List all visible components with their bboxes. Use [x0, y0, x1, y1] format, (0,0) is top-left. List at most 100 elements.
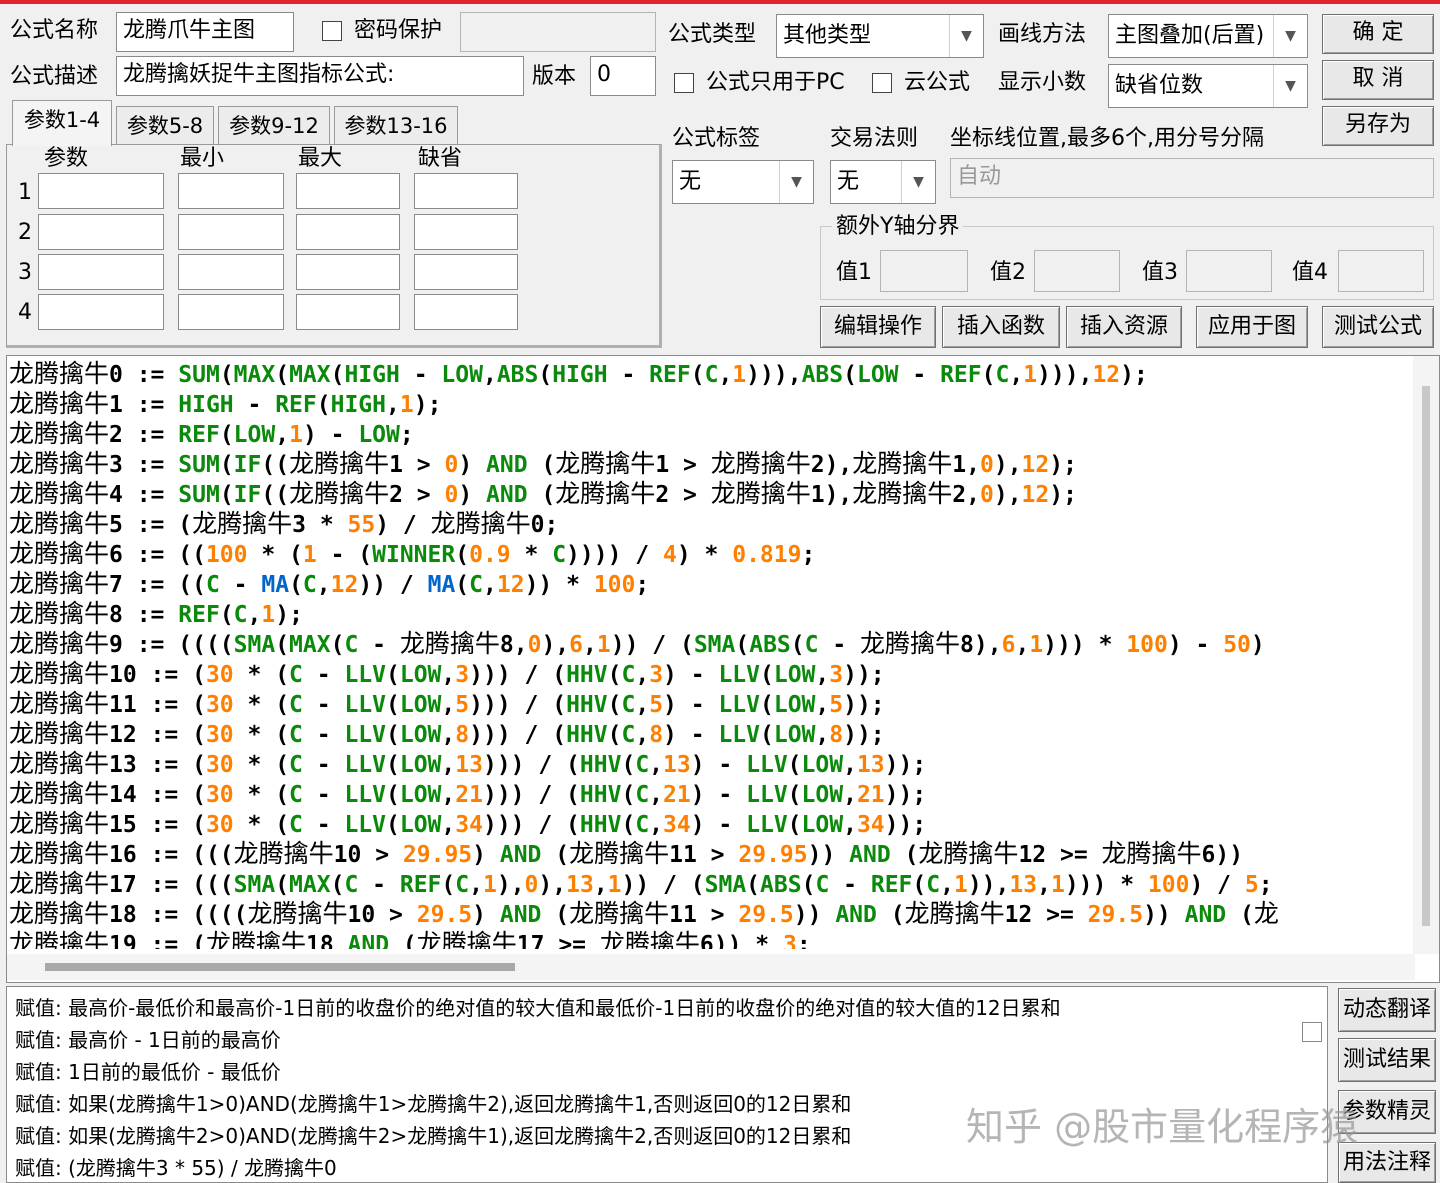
translation-line: 赋值: 最高价 - 1日前的最高价: [15, 1028, 281, 1052]
param-min-input[interactable]: [178, 214, 284, 250]
param-max-input[interactable]: [296, 173, 400, 209]
y-value-4-input[interactable]: [1338, 250, 1424, 292]
cancel-button[interactable]: 取 消: [1322, 60, 1434, 100]
code-text-area[interactable]: 龙腾擒牛0 := SUM(MAX(MAX(HIGH - LOW,ABS(HIGH…: [9, 359, 1413, 949]
test-formula-button[interactable]: 测试公式: [1322, 306, 1434, 348]
scroll-thumb[interactable]: [45, 963, 515, 971]
password-protect-checkbox[interactable]: [322, 21, 342, 41]
tab-params-9-12[interactable]: 参数9-12: [218, 106, 330, 144]
param-name-input[interactable]: [38, 214, 164, 250]
y-value-1-input[interactable]: [880, 250, 968, 292]
code-line[interactable]: 龙腾擒牛10 := (30 * (C - LLV(LOW,3))) / (HHV…: [9, 659, 1413, 689]
code-line[interactable]: 龙腾擒牛17 := (((SMA(MAX(C - REF(C,1),0),13,…: [9, 869, 1413, 899]
param-default-input[interactable]: [414, 294, 518, 330]
horizontal-scrollbar[interactable]: [7, 954, 1415, 980]
code-token: 1: [1029, 632, 1044, 658]
code-line[interactable]: 龙腾擒牛13 := (30 * (C - LLV(LOW,13))) / (HH…: [9, 749, 1413, 779]
y-value-2-input[interactable]: [1034, 250, 1120, 292]
code-line[interactable]: 龙腾擒牛11 := (30 * (C - LLV(LOW,5))) / (HHV…: [9, 689, 1413, 719]
code-line[interactable]: 龙腾擒牛14 := (30 * (C - LLV(LOW,21))) / (HH…: [9, 779, 1413, 809]
tab-params-1-4[interactable]: 参数1-4: [12, 100, 112, 146]
code-token: 1: [596, 632, 611, 658]
pc-only-checkbox[interactable]: [674, 73, 694, 93]
code-line[interactable]: 龙腾擒牛3 := SUM(IF((龙腾擒牛1 > 0) AND (龙腾擒牛1 >…: [9, 449, 1413, 479]
code-token: MA: [427, 572, 456, 598]
edit-ops-button[interactable]: 编辑操作: [820, 306, 936, 348]
param-name-input[interactable]: [38, 254, 164, 290]
test-result-button[interactable]: 测试结果: [1338, 1038, 1436, 1082]
code-line[interactable]: 龙腾擒牛5 := (龙腾擒牛3 * 55) / 龙腾擒牛0;: [9, 509, 1413, 539]
code-token: 3 *: [292, 512, 348, 538]
param-max-input[interactable]: [296, 254, 400, 290]
code-token: (: [759, 692, 774, 718]
code-token: -: [399, 362, 442, 388]
param-default-input[interactable]: [414, 214, 518, 250]
code-token: 30: [205, 812, 234, 838]
vertical-scrollbar[interactable]: [1413, 356, 1439, 954]
trade-rule-select[interactable]: 无 ▼: [830, 160, 936, 204]
code-line[interactable]: 龙腾擒牛12 := (30 * (C - LLV(LOW,8))) / (HHV…: [9, 719, 1413, 749]
code-token: LOW: [773, 662, 816, 688]
tab-params-13-16[interactable]: 参数13-16: [334, 106, 458, 144]
code-token: AND: [347, 932, 390, 949]
code-line[interactable]: 龙腾擒牛6 := ((100 * (1 - (WINNER(0.9 * C)))…: [9, 539, 1413, 569]
code-line[interactable]: 龙腾擒牛7 := ((C - MA(C,12)) / MA(C,12)) * 1…: [9, 569, 1413, 599]
code-line[interactable]: 龙腾擒牛15 := (30 * (C - LLV(LOW,34))) / (HH…: [9, 809, 1413, 839]
code-line[interactable]: 龙腾擒牛2 := REF(LOW,1) - LOW;: [9, 419, 1413, 449]
code-line[interactable]: 龙腾擒牛18 := ((((龙腾擒牛10 > 29.5) AND (龙腾擒牛11…: [9, 899, 1413, 929]
code-token: C: [621, 692, 636, 718]
translation-toggle-checkbox[interactable]: [1302, 1022, 1322, 1042]
apply-to-chart-button[interactable]: 应用于图: [1196, 306, 1308, 348]
param-max-input[interactable]: [296, 214, 400, 250]
code-line[interactable]: 龙腾擒牛19 := (龙腾擒牛18 AND (龙腾擒牛17 >= 龙腾擒牛6))…: [9, 929, 1413, 949]
param-name-input[interactable]: [38, 173, 164, 209]
usage-notes-button[interactable]: 用法注释: [1338, 1142, 1436, 1183]
axis-position-input[interactable]: 自动: [950, 158, 1434, 198]
code-token: 8: [649, 722, 664, 748]
code-token: )): [967, 872, 996, 898]
code-token: 龙腾擒牛: [9, 509, 110, 538]
password-input[interactable]: [460, 12, 656, 52]
code-line[interactable]: 龙腾擒牛16 := (((龙腾擒牛10 > 29.95) AND (龙腾擒牛11…: [9, 839, 1413, 869]
code-line[interactable]: 龙腾擒牛8 := REF(C,1);: [9, 599, 1413, 629]
ok-button[interactable]: 确 定: [1322, 14, 1434, 54]
param-default-input[interactable]: [414, 254, 518, 290]
param-name-input[interactable]: [38, 294, 164, 330]
y-value-3-input[interactable]: [1186, 250, 1272, 292]
param-min-input[interactable]: [178, 294, 284, 330]
code-line[interactable]: 龙腾擒牛0 := SUM(MAX(MAX(HIGH - LOW,ABS(HIGH…: [9, 359, 1413, 389]
code-line[interactable]: 龙腾擒牛4 := SUM(IF((龙腾擒牛2 > 0) AND (龙腾擒牛2 >…: [9, 479, 1413, 509]
insert-function-button[interactable]: 插入函数: [942, 306, 1060, 348]
param-wizard-button[interactable]: 参数精灵: [1338, 1090, 1436, 1134]
version-input[interactable]: 0: [590, 56, 656, 96]
draw-method-select[interactable]: 主图叠加(后置) ▼: [1108, 14, 1308, 58]
code-token: ;: [399, 422, 414, 448]
formula-type-select[interactable]: 其他类型 ▼: [776, 14, 984, 58]
param-default-input[interactable]: [414, 173, 518, 209]
code-token: (: [219, 422, 234, 448]
code-token: LLV: [344, 662, 386, 688]
decimals-select[interactable]: 缺省位数 ▼: [1108, 64, 1308, 108]
code-editor[interactable]: 龙腾擒牛0 := SUM(MAX(MAX(HIGH - LOW,ABS(HIGH…: [6, 355, 1440, 983]
param-min-input[interactable]: [178, 254, 284, 290]
code-token: ,: [1015, 632, 1030, 658]
code-line[interactable]: 龙腾擒牛9 := ((((SMA(MAX(C - 龙腾擒牛8,0),6,1)) …: [9, 629, 1413, 659]
formula-name-input[interactable]: 龙腾爪牛主图: [116, 12, 294, 52]
code-token: C: [995, 362, 1010, 388]
formula-tag-select[interactable]: 无 ▼: [672, 160, 814, 204]
param-max-input[interactable]: [296, 294, 400, 330]
code-line[interactable]: 龙腾擒牛1 := HIGH - REF(HIGH,1);: [9, 389, 1413, 419]
insert-resource-button[interactable]: 插入资源: [1066, 306, 1182, 348]
dynamic-translate-button[interactable]: 动态翻译: [1338, 988, 1436, 1032]
param-min-input[interactable]: [178, 173, 284, 209]
tab-params-5-8[interactable]: 参数5-8: [116, 106, 214, 144]
code-token: 2),: [810, 452, 853, 478]
save-as-button[interactable]: 另存为: [1322, 106, 1434, 146]
formula-desc-input[interactable]: 龙腾擒妖捉牛主图指标公式:: [116, 56, 524, 96]
cloud-formula-checkbox[interactable]: [872, 73, 892, 93]
scroll-thumb[interactable]: [1422, 386, 1430, 926]
y-value-2-label: 值2: [990, 260, 1026, 285]
code-token: ,: [787, 362, 802, 388]
code-token: ,: [441, 752, 456, 778]
code-token: LLV: [746, 782, 788, 808]
